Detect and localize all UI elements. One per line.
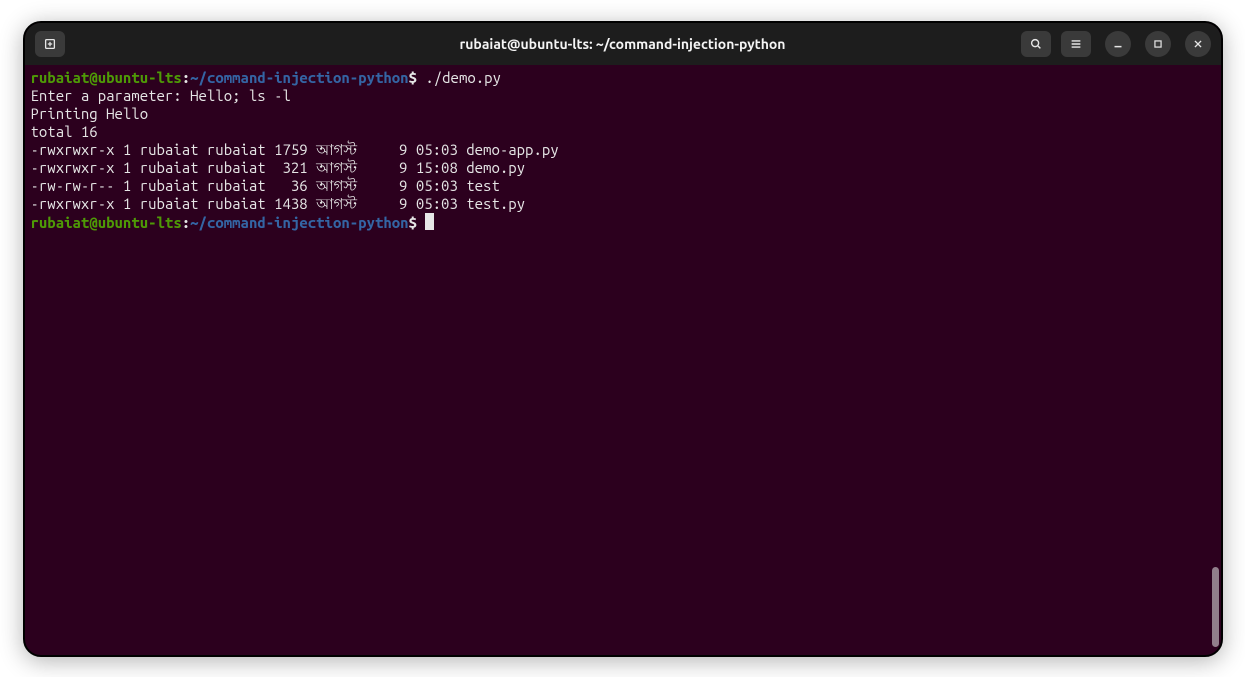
output-line: -rwxrwxr-x 1 rubaiat rubaiat 1438 আগস্ট … xyxy=(31,195,1215,213)
prompt-host: ubuntu-lts xyxy=(98,214,182,231)
scrollbar-thumb[interactable] xyxy=(1212,567,1219,647)
prompt-dollar: $ xyxy=(409,69,417,86)
output-line: Enter a parameter: Hello; ls -l xyxy=(31,87,1215,105)
prompt-colon: : xyxy=(182,214,190,231)
menu-button[interactable] xyxy=(1061,31,1091,57)
prompt-line-2: rubaiat@ubuntu-lts:~/command-injection-p… xyxy=(31,213,1215,232)
title-bar-left xyxy=(35,31,65,57)
prompt-host: ubuntu-lts xyxy=(98,69,182,86)
terminal-window: rubaiat@ubuntu-lts: ~/command-injection-… xyxy=(23,21,1223,657)
prompt-at: @ xyxy=(89,69,97,86)
title-bar: rubaiat@ubuntu-lts: ~/command-injection-… xyxy=(25,23,1221,65)
maximize-button[interactable] xyxy=(1145,31,1171,57)
output-line: -rw-rw-r-- 1 rubaiat rubaiat 36 আগস্ট 9 … xyxy=(31,177,1215,195)
minimize-button[interactable] xyxy=(1105,31,1131,57)
prompt-colon: : xyxy=(182,69,190,86)
terminal-body[interactable]: rubaiat@ubuntu-lts:~/command-injection-p… xyxy=(25,65,1221,655)
prompt-path: ~/command-injection-python xyxy=(190,69,408,86)
prompt-at: @ xyxy=(89,214,97,231)
prompt-user: rubaiat xyxy=(31,214,90,231)
prompt-dollar: $ xyxy=(409,214,417,231)
cursor xyxy=(425,213,434,230)
output-line: total 16 xyxy=(31,123,1215,141)
prompt-user: rubaiat xyxy=(31,69,90,86)
window-title: rubaiat@ubuntu-lts: ~/command-injection-… xyxy=(459,36,785,52)
prompt-path: ~/command-injection-python xyxy=(190,214,408,231)
prompt-line-1: rubaiat@ubuntu-lts:~/command-injection-p… xyxy=(31,69,1215,87)
output-line: -rwxrwxr-x 1 rubaiat rubaiat 1759 আগস্ট … xyxy=(31,141,1215,159)
output-line: -rwxrwxr-x 1 rubaiat rubaiat 321 আগস্ট 9… xyxy=(31,159,1215,177)
new-tab-button[interactable] xyxy=(35,31,65,57)
title-bar-right xyxy=(1021,31,1211,57)
output-line: Printing Hello xyxy=(31,105,1215,123)
command-text: ./demo.py xyxy=(425,69,501,86)
search-button[interactable] xyxy=(1021,31,1051,57)
close-button[interactable] xyxy=(1185,31,1211,57)
